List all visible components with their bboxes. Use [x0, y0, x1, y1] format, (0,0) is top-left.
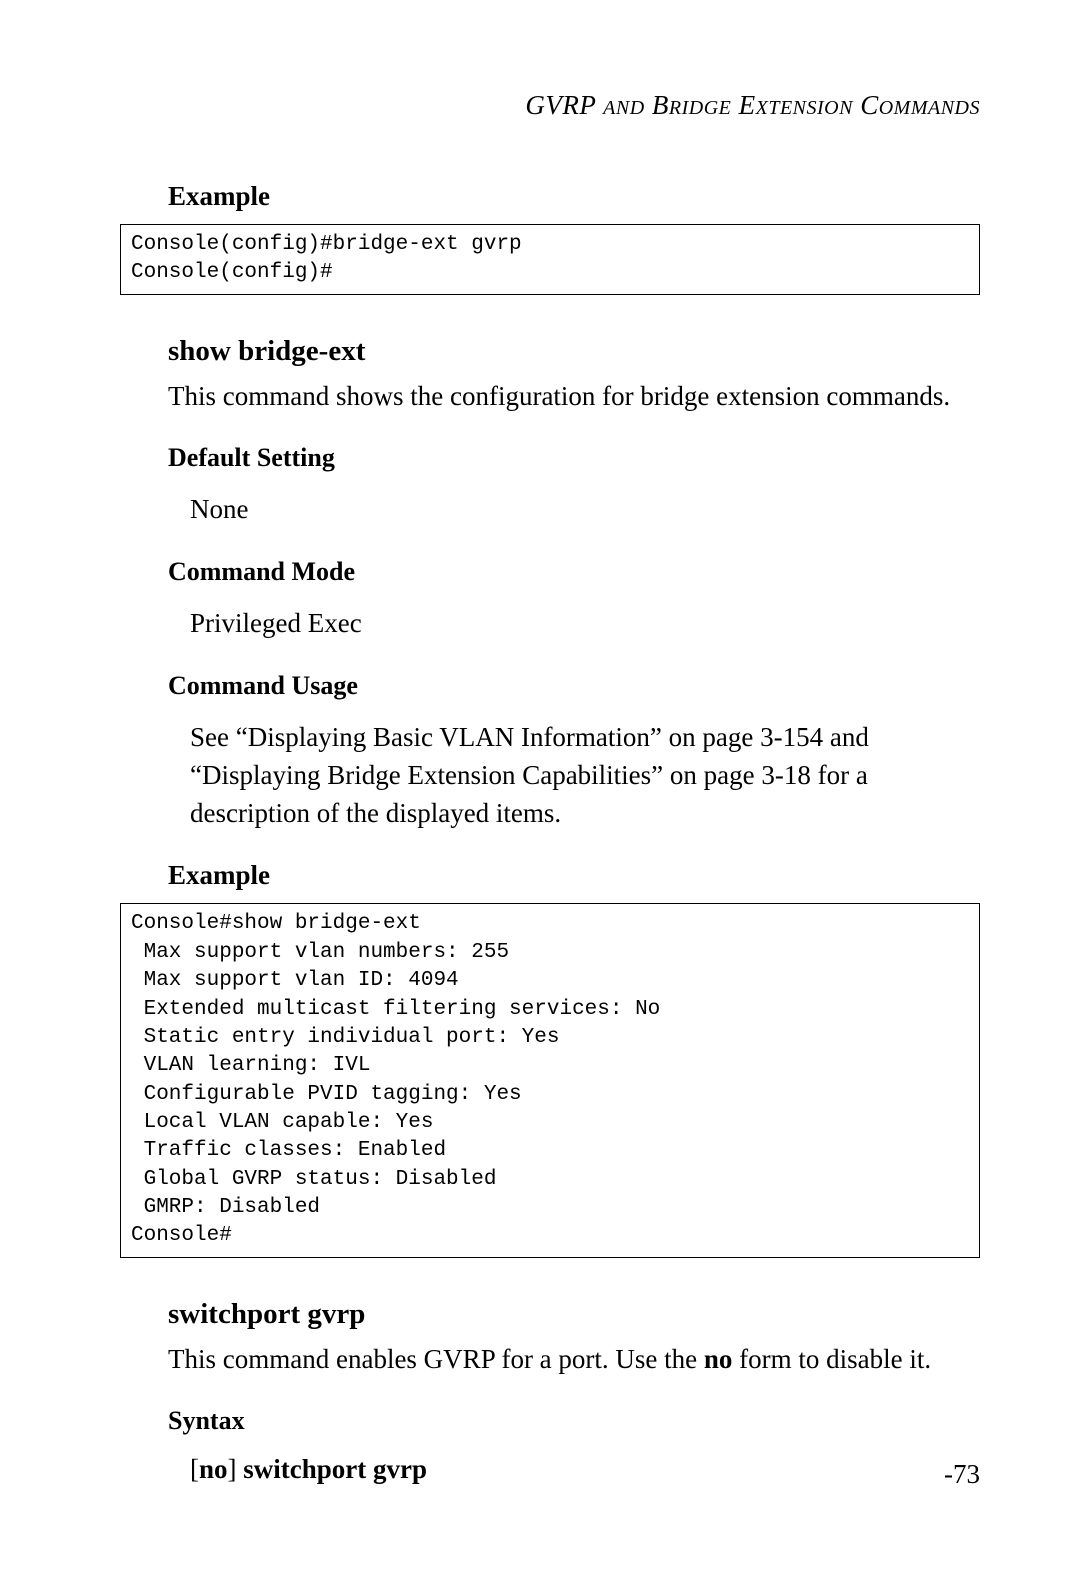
default-setting-heading: Default Setting: [168, 443, 980, 473]
syntax-no: no: [199, 1454, 228, 1484]
syntax-line: [no] switchport gvrp: [190, 1454, 980, 1485]
default-setting-value: None: [190, 491, 980, 529]
switchport-gvrp-description: This command enables GVRP for a port. Us…: [168, 1341, 980, 1379]
show-bridge-ext-title: show bridge-ext: [168, 335, 980, 368]
desc-post: form to disable it.: [732, 1344, 931, 1374]
syntax-bracket-open: [: [190, 1454, 199, 1484]
switchport-gvrp-title: switchport gvrp: [168, 1298, 980, 1331]
page-number: -73: [944, 1459, 980, 1490]
show-bridge-ext-description: This command shows the configuration for…: [168, 378, 980, 416]
example2-code-box: Console#show bridge-ext Max support vlan…: [120, 903, 980, 1257]
example1-heading: Example: [168, 181, 980, 212]
syntax-heading: Syntax: [168, 1406, 980, 1436]
command-usage-value: See “Displaying Basic VLAN Information” …: [190, 719, 980, 832]
command-usage-heading: Command Usage: [168, 671, 980, 701]
desc-bold: no: [704, 1344, 733, 1374]
header-text: GVRP AND BRIDGE EXTENSION COMMANDS: [525, 90, 980, 120]
desc-pre: This command enables GVRP for a port. Us…: [168, 1344, 704, 1374]
command-mode-heading: Command Mode: [168, 557, 980, 587]
example2-heading: Example: [168, 860, 980, 891]
syntax-bracket-close: ]: [228, 1454, 244, 1484]
example1-code-box: Console(config)#bridge-ext gvrp Console(…: [120, 224, 980, 295]
page-container: GVRP AND BRIDGE EXTENSION COMMANDS Examp…: [0, 0, 1080, 1553]
running-header: GVRP AND BRIDGE EXTENSION COMMANDS: [120, 90, 980, 121]
command-mode-value: Privileged Exec: [190, 605, 980, 643]
content-area: Example Console(config)#bridge-ext gvrp …: [120, 181, 980, 1485]
syntax-cmd: switchport gvrp: [243, 1454, 427, 1484]
